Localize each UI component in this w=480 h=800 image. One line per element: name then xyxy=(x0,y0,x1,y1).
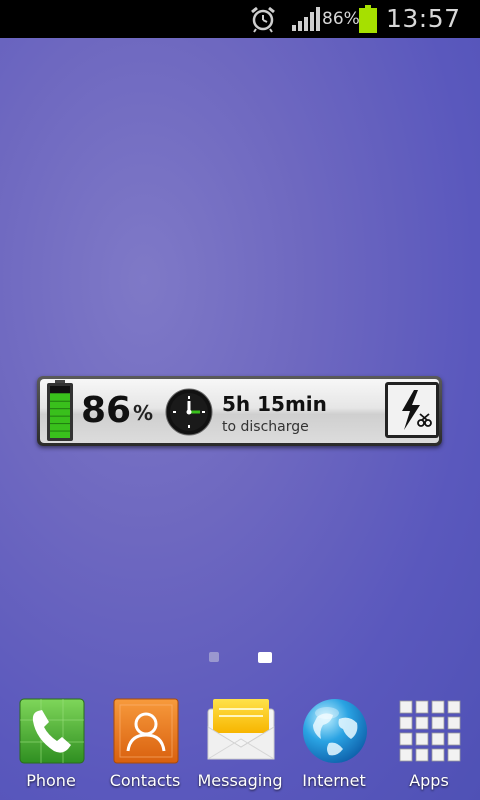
battery-widget-panel: 86 % 5h 15min to discharge xyxy=(40,379,439,443)
battery-fill-segment-line xyxy=(50,415,70,417)
apps-grid-icon xyxy=(399,700,461,762)
time-remaining-caption: to discharge xyxy=(222,419,309,435)
status-bar[interactable]: 86% 13:57 xyxy=(0,0,480,38)
battery-fill-segment-line xyxy=(50,430,70,432)
clock-icon xyxy=(165,388,213,436)
messaging-icon xyxy=(207,699,275,760)
page-indicator-2-active[interactable] xyxy=(258,652,272,663)
status-battery-percent: 86% xyxy=(322,9,360,29)
internet-icon xyxy=(303,699,367,763)
time-remaining: 5h 15min xyxy=(222,392,327,416)
lightning-scissors-icon xyxy=(402,390,432,430)
battery-level-icon xyxy=(47,380,73,441)
dock-internet[interactable]: Internet xyxy=(289,697,379,797)
dock-apps[interactable]: Apps xyxy=(384,697,474,797)
status-clock: 13:57 xyxy=(386,4,461,33)
alarm-icon xyxy=(251,6,275,33)
battery-icon xyxy=(359,5,377,33)
power-settings-button-face xyxy=(388,385,436,435)
dock-phone[interactable]: Phone xyxy=(6,697,96,797)
signal-icon xyxy=(292,7,320,31)
page-indicator-1[interactable] xyxy=(209,652,219,662)
dock-label-contacts: Contacts xyxy=(109,771,181,790)
battery-fill-segment-line xyxy=(50,408,70,410)
dock-contacts[interactable]: Contacts xyxy=(100,697,190,797)
battery-fill-segment-line xyxy=(50,423,70,425)
battery-percent-sign: % xyxy=(133,401,154,425)
power-settings-button[interactable] xyxy=(385,382,439,438)
dock-label-internet: Internet xyxy=(302,771,366,790)
contacts-icon xyxy=(113,698,179,764)
battery-widget[interactable]: 86 % 5h 15min to discharge xyxy=(37,376,442,446)
phone-icon xyxy=(19,698,85,764)
dock-label-apps: Apps xyxy=(409,771,449,790)
battery-fill-segment-line xyxy=(50,400,70,402)
battery-percent-value: 86 xyxy=(81,390,132,431)
dock-messaging[interactable]: Messaging xyxy=(195,697,285,797)
